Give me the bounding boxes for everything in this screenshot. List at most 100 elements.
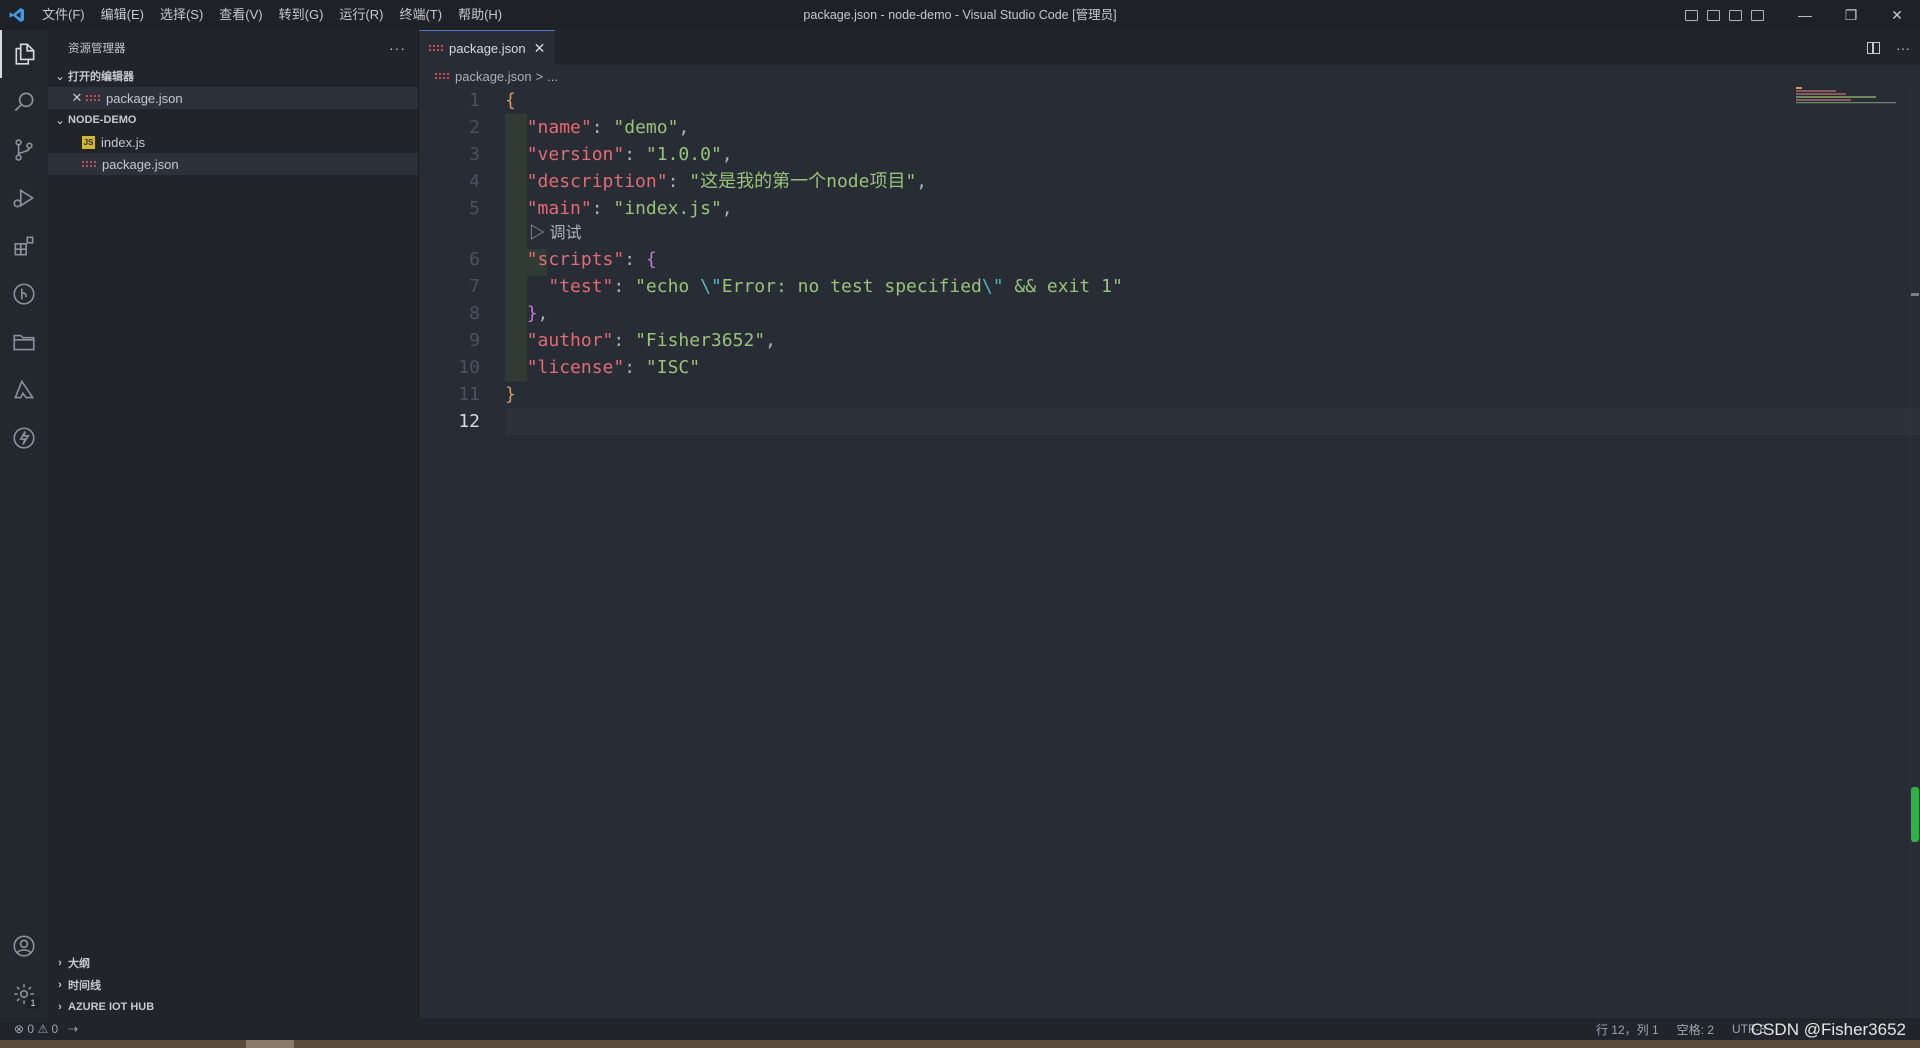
extensions-icon[interactable] — [0, 222, 48, 270]
open-editors-section[interactable]: ⌄ 打开的编辑器 — [48, 65, 418, 87]
debug-codelens-label: 调试 — [549, 225, 582, 242]
code-line: 6 "scripts": { — [469, 249, 657, 270]
menu-edit[interactable]: 编辑(E) — [93, 4, 152, 26]
explorer-icon[interactable] — [0, 30, 48, 78]
more-actions-icon[interactable]: ··· — [1896, 40, 1910, 56]
outline-label: 大纲 — [68, 958, 90, 970]
live-share-icon[interactable]: ⇢ — [68, 1022, 78, 1036]
cursor-position[interactable]: 行 12，列 1 — [1596, 1021, 1659, 1038]
sidebar-title: 资源管理器 — [68, 42, 126, 55]
more-actions-icon[interactable]: ··· — [389, 40, 406, 56]
warning-count: 0 — [51, 1022, 59, 1036]
javascript-file-icon: JS — [82, 135, 95, 149]
status-bar: ⊗ 0 ⚠ 0 ⇢ 行 12，列 1 空格: 2 UTF-8 — [0, 1018, 1920, 1040]
menu-selection[interactable]: 选择(S) — [152, 4, 211, 26]
tab-label: package.json — [449, 40, 526, 56]
code-line: 10 "license": "ISC" — [458, 357, 701, 378]
tab-package-json[interactable]: package.json ✕ — [419, 30, 556, 65]
code-line: 11} — [458, 384, 516, 405]
menu-run[interactable]: 运行(R) — [331, 4, 391, 26]
chevron-down-icon: ⌄ — [55, 114, 65, 127]
chevron-right-icon: › — [58, 957, 62, 969]
source-control-icon[interactable] — [0, 126, 48, 174]
project-label: NODE-DEMO — [68, 114, 137, 126]
code-editor[interactable]: 1{ 2 "name": "demo", 3 "version": "1.0.0… — [419, 87, 1920, 435]
debug-codelens[interactable]: ▷ 调试 — [419, 222, 1799, 246]
run-debug-icon[interactable] — [0, 174, 48, 222]
json-file-icon — [435, 73, 449, 79]
play-outline-icon: ▷ — [529, 225, 550, 242]
error-count: 0 — [27, 1022, 35, 1036]
timeline-label: 时间线 — [68, 980, 101, 992]
menu-bar: 文件(F) 编辑(E) 选择(S) 查看(V) 转到(G) 运行(R) 终端(T… — [34, 0, 510, 30]
toggle-panel-icon[interactable] — [1702, 4, 1724, 26]
azure-iot-hub-section[interactable]: › AZURE IOT HUB — [48, 996, 418, 1018]
breadcrumb-separator: > — [535, 68, 544, 84]
vscode-logo-icon — [0, 0, 34, 30]
scroll-cursor-marker — [1911, 293, 1919, 296]
json-file-icon — [82, 161, 96, 167]
chevron-right-icon: › — [58, 979, 62, 991]
minimize-button[interactable]: — — [1782, 0, 1828, 30]
open-editor-item[interactable]: ✕ package.json — [48, 87, 418, 109]
azure-icon[interactable] — [0, 366, 48, 414]
breadcrumb-rest[interactable]: ... — [547, 69, 558, 84]
menu-view[interactable]: 查看(V) — [211, 4, 270, 26]
code-line: 2 "name": "demo", — [469, 117, 690, 138]
menu-help[interactable]: 帮助(H) — [450, 4, 510, 26]
code-line: 8 }, — [469, 303, 549, 324]
toggle-sidebar-icon[interactable] — [1680, 4, 1702, 26]
json-file-icon — [429, 45, 443, 51]
code-line: 4 "description": "这是我的第一个node项目", — [469, 171, 928, 192]
minimap[interactable] — [1796, 87, 1908, 127]
code-line: 1{ — [469, 90, 516, 111]
azure-iot-hub-label: AZURE IOT HUB — [68, 1001, 155, 1013]
explorer-sidebar: 资源管理器 ··· ⌄ 打开的编辑器 ✕ package.json ⌄ NODE… — [48, 30, 419, 1018]
warning-icon: ⚠ — [37, 1022, 49, 1036]
json-file-icon — [86, 95, 100, 101]
split-editor-icon[interactable] — [1867, 41, 1880, 54]
customize-layout-icon[interactable] — [1746, 4, 1768, 26]
close-tab-icon[interactable]: ✕ — [534, 40, 546, 57]
code-line: 9 "author": "Fisher3652", — [469, 330, 776, 351]
git-graph-icon[interactable] — [0, 270, 48, 318]
lightning-icon[interactable] — [0, 414, 48, 462]
code-line-current: 12 — [419, 408, 1920, 435]
indentation[interactable]: 空格: 2 — [1677, 1021, 1714, 1038]
toggle-secondary-sidebar-icon[interactable] — [1724, 4, 1746, 26]
breadcrumb-file[interactable]: package.json — [455, 69, 532, 84]
search-icon[interactable] — [0, 78, 48, 126]
file-item-index-js[interactable]: JS index.js — [48, 131, 418, 153]
file-label: package.json — [102, 156, 179, 172]
title-bar: 文件(F) 编辑(E) 选择(S) 查看(V) 转到(G) 运行(R) 终端(T… — [0, 0, 1920, 30]
chevron-down-icon: ⌄ — [55, 70, 65, 83]
outline-section[interactable]: › 大纲 — [48, 952, 418, 974]
open-editor-label: package.json — [106, 90, 183, 106]
project-section[interactable]: ⌄ NODE-DEMO — [48, 109, 418, 131]
restore-button[interactable]: ❐ — [1828, 0, 1874, 30]
menu-file[interactable]: 文件(F) — [34, 4, 93, 26]
horizontal-scroll-thumb[interactable] — [246, 1040, 294, 1048]
scroll-thumb[interactable] — [1911, 787, 1919, 842]
settings-gear-icon[interactable]: 1 — [0, 970, 48, 1018]
close-window-button[interactable]: ✕ — [1874, 0, 1920, 30]
timeline-section[interactable]: › 时间线 — [48, 974, 418, 996]
menu-go[interactable]: 转到(G) — [271, 4, 332, 26]
chevron-right-icon: › — [58, 1001, 62, 1013]
watermark: CSDN @Fisher3652 — [1750, 1020, 1906, 1039]
tab-bar: package.json ✕ ··· — [419, 30, 1920, 65]
file-label: index.js — [101, 134, 146, 150]
activity-bar: 1 — [0, 30, 48, 1018]
accounts-icon[interactable] — [0, 922, 48, 970]
problems-indicator[interactable]: ⊗ 0 ⚠ 0 — [14, 1022, 58, 1036]
menu-terminal[interactable]: 终端(T) — [391, 4, 450, 26]
code-line: 5 "main": "index.js", — [469, 198, 733, 219]
folder-icon[interactable] — [0, 318, 48, 366]
editor-area: package.json ✕ ··· package.json > ... 1{… — [419, 30, 1920, 1018]
file-item-package-json[interactable]: package.json — [48, 153, 418, 175]
settings-badge: 1 — [26, 996, 40, 1010]
vertical-scrollbar[interactable] — [1910, 87, 1920, 1017]
code-line: 3 "version": "1.0.0", — [469, 144, 733, 165]
close-editor-icon[interactable]: ✕ — [68, 90, 86, 106]
error-icon: ⊗ — [14, 1022, 25, 1036]
